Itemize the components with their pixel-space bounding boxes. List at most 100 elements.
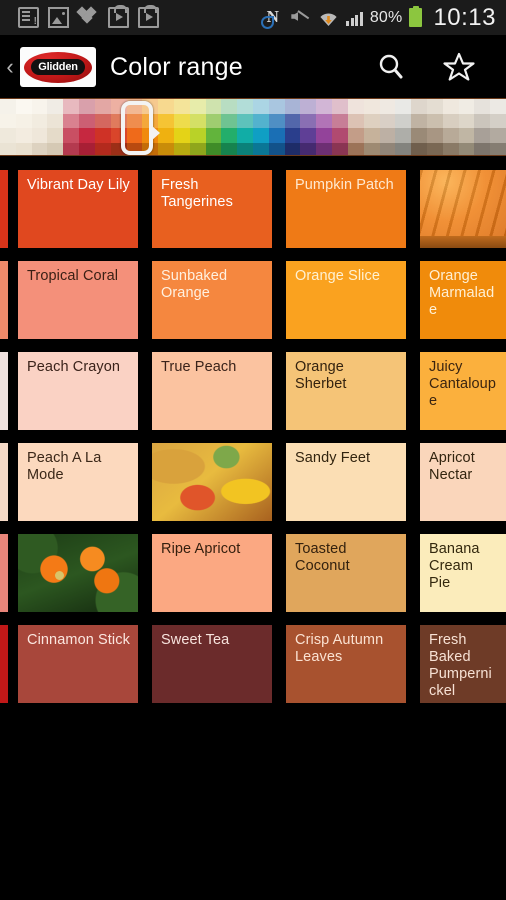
- spectrum-swatch[interactable]: [15, 99, 32, 114]
- color-tile[interactable]: Vibrant Day Lily: [18, 170, 138, 248]
- color-tile-partial[interactable]: [0, 443, 8, 521]
- spectrum-swatch[interactable]: [15, 128, 32, 143]
- spectrum-swatch[interactable]: [15, 113, 32, 128]
- color-tile[interactable]: Sweet Tea: [152, 625, 272, 703]
- spectrum-swatch[interactable]: [347, 113, 364, 128]
- spectrum-swatch[interactable]: [47, 128, 64, 143]
- spectrum-swatch[interactable]: [79, 142, 95, 155]
- spectrum-selector-handle[interactable]: [121, 101, 160, 155]
- spectrum-swatch[interactable]: [316, 142, 333, 155]
- spectrum-swatch[interactable]: [205, 113, 222, 128]
- spectrum-swatch[interactable]: [363, 113, 380, 128]
- spectrum-swatch[interactable]: [158, 99, 174, 114]
- spectrum-swatch[interactable]: [63, 128, 80, 143]
- spectrum-swatch[interactable]: [237, 99, 253, 114]
- color-tile[interactable]: Orange Marmalade: [420, 261, 506, 339]
- color-tile[interactable]: [152, 443, 272, 521]
- spectrum-swatch[interactable]: [442, 113, 459, 128]
- spectrum-swatch[interactable]: [31, 113, 48, 128]
- search-button[interactable]: [374, 50, 408, 84]
- spectrum-swatch[interactable]: [0, 128, 16, 143]
- spectrum-swatch[interactable]: [458, 113, 475, 128]
- spectrum-swatch[interactable]: [284, 99, 301, 114]
- spectrum-swatch[interactable]: [379, 128, 396, 143]
- spectrum-swatch[interactable]: [173, 113, 190, 128]
- spectrum-swatch[interactable]: [332, 142, 348, 155]
- spectrum-swatch[interactable]: [0, 113, 16, 128]
- spectrum-swatch[interactable]: [379, 113, 396, 128]
- spectrum-swatch[interactable]: [284, 128, 301, 143]
- spectrum-swatch[interactable]: [189, 99, 206, 114]
- spectrum-swatch[interactable]: [237, 113, 253, 128]
- spectrum-swatch[interactable]: [284, 113, 301, 128]
- spectrum-swatch[interactable]: [268, 99, 285, 114]
- color-spectrum-strip[interactable]: [0, 98, 506, 156]
- spectrum-swatch[interactable]: [347, 142, 364, 155]
- spectrum-swatch[interactable]: [284, 142, 301, 155]
- spectrum-swatch[interactable]: [458, 142, 475, 155]
- spectrum-swatch[interactable]: [268, 128, 285, 143]
- spectrum-swatch[interactable]: [458, 128, 475, 143]
- spectrum-swatch[interactable]: [221, 99, 238, 114]
- spectrum-swatch[interactable]: [363, 128, 380, 143]
- spectrum-swatch[interactable]: [300, 142, 317, 155]
- color-tile[interactable]: True Peach: [152, 352, 272, 430]
- spectrum-swatch[interactable]: [221, 113, 238, 128]
- spectrum-swatch[interactable]: [47, 113, 64, 128]
- spectrum-swatch[interactable]: [189, 113, 206, 128]
- spectrum-swatch[interactable]: [426, 128, 443, 143]
- spectrum-swatch[interactable]: [47, 99, 64, 114]
- spectrum-swatch[interactable]: [316, 99, 333, 114]
- color-tile-partial[interactable]: [0, 352, 8, 430]
- color-tile[interactable]: Banana Cream Pie: [420, 534, 506, 612]
- color-tile[interactable]: [420, 170, 506, 248]
- spectrum-swatch[interactable]: [411, 142, 427, 155]
- spectrum-swatch[interactable]: [79, 113, 95, 128]
- spectrum-swatch[interactable]: [253, 128, 269, 143]
- spectrum-swatch[interactable]: [490, 128, 506, 143]
- spectrum-swatch[interactable]: [395, 142, 412, 155]
- spectrum-swatch[interactable]: [221, 142, 238, 155]
- spectrum-swatch[interactable]: [253, 99, 269, 114]
- spectrum-swatch[interactable]: [379, 142, 396, 155]
- color-tile[interactable]: Orange Sherbet: [286, 352, 406, 430]
- color-tile[interactable]: Apricot Nectar: [420, 443, 506, 521]
- spectrum-swatch[interactable]: [442, 142, 459, 155]
- spectrum-swatch[interactable]: [237, 142, 253, 155]
- spectrum-swatch[interactable]: [221, 128, 238, 143]
- color-tile-partial[interactable]: [0, 261, 8, 339]
- spectrum-swatch[interactable]: [253, 113, 269, 128]
- spectrum-swatch[interactable]: [47, 142, 64, 155]
- spectrum-swatch[interactable]: [158, 142, 174, 155]
- spectrum-swatch[interactable]: [300, 99, 317, 114]
- spectrum-swatch[interactable]: [94, 113, 111, 128]
- color-tile[interactable]: Orange Slice: [286, 261, 406, 339]
- spectrum-swatch[interactable]: [332, 128, 348, 143]
- color-tile-partial[interactable]: [0, 534, 8, 612]
- spectrum-swatch[interactable]: [173, 128, 190, 143]
- spectrum-swatch[interactable]: [15, 142, 32, 155]
- color-tile[interactable]: Crisp Autumn Leaves: [286, 625, 406, 703]
- spectrum-swatch[interactable]: [268, 113, 285, 128]
- spectrum-swatch[interactable]: [458, 99, 475, 114]
- spectrum-swatch[interactable]: [474, 142, 491, 155]
- glidden-logo[interactable]: Glidden: [20, 47, 96, 87]
- spectrum-swatch[interactable]: [316, 128, 333, 143]
- color-tile-partial[interactable]: [0, 170, 8, 248]
- spectrum-swatch[interactable]: [332, 113, 348, 128]
- spectrum-swatch[interactable]: [395, 99, 412, 114]
- spectrum-swatch[interactable]: [474, 113, 491, 128]
- spectrum-swatch[interactable]: [490, 99, 506, 114]
- spectrum-swatch[interactable]: [63, 142, 80, 155]
- color-tile[interactable]: Fresh Tangerines: [152, 170, 272, 248]
- spectrum-swatch[interactable]: [442, 99, 459, 114]
- spectrum-swatch[interactable]: [363, 99, 380, 114]
- spectrum-swatch[interactable]: [490, 113, 506, 128]
- spectrum-swatch[interactable]: [253, 142, 269, 155]
- spectrum-swatch[interactable]: [63, 113, 80, 128]
- color-tile[interactable]: Peach A La Mode: [18, 443, 138, 521]
- spectrum-swatch[interactable]: [31, 142, 48, 155]
- spectrum-swatch[interactable]: [426, 99, 443, 114]
- spectrum-swatch[interactable]: [442, 128, 459, 143]
- color-tile[interactable]: Sunbaked Orange: [152, 261, 272, 339]
